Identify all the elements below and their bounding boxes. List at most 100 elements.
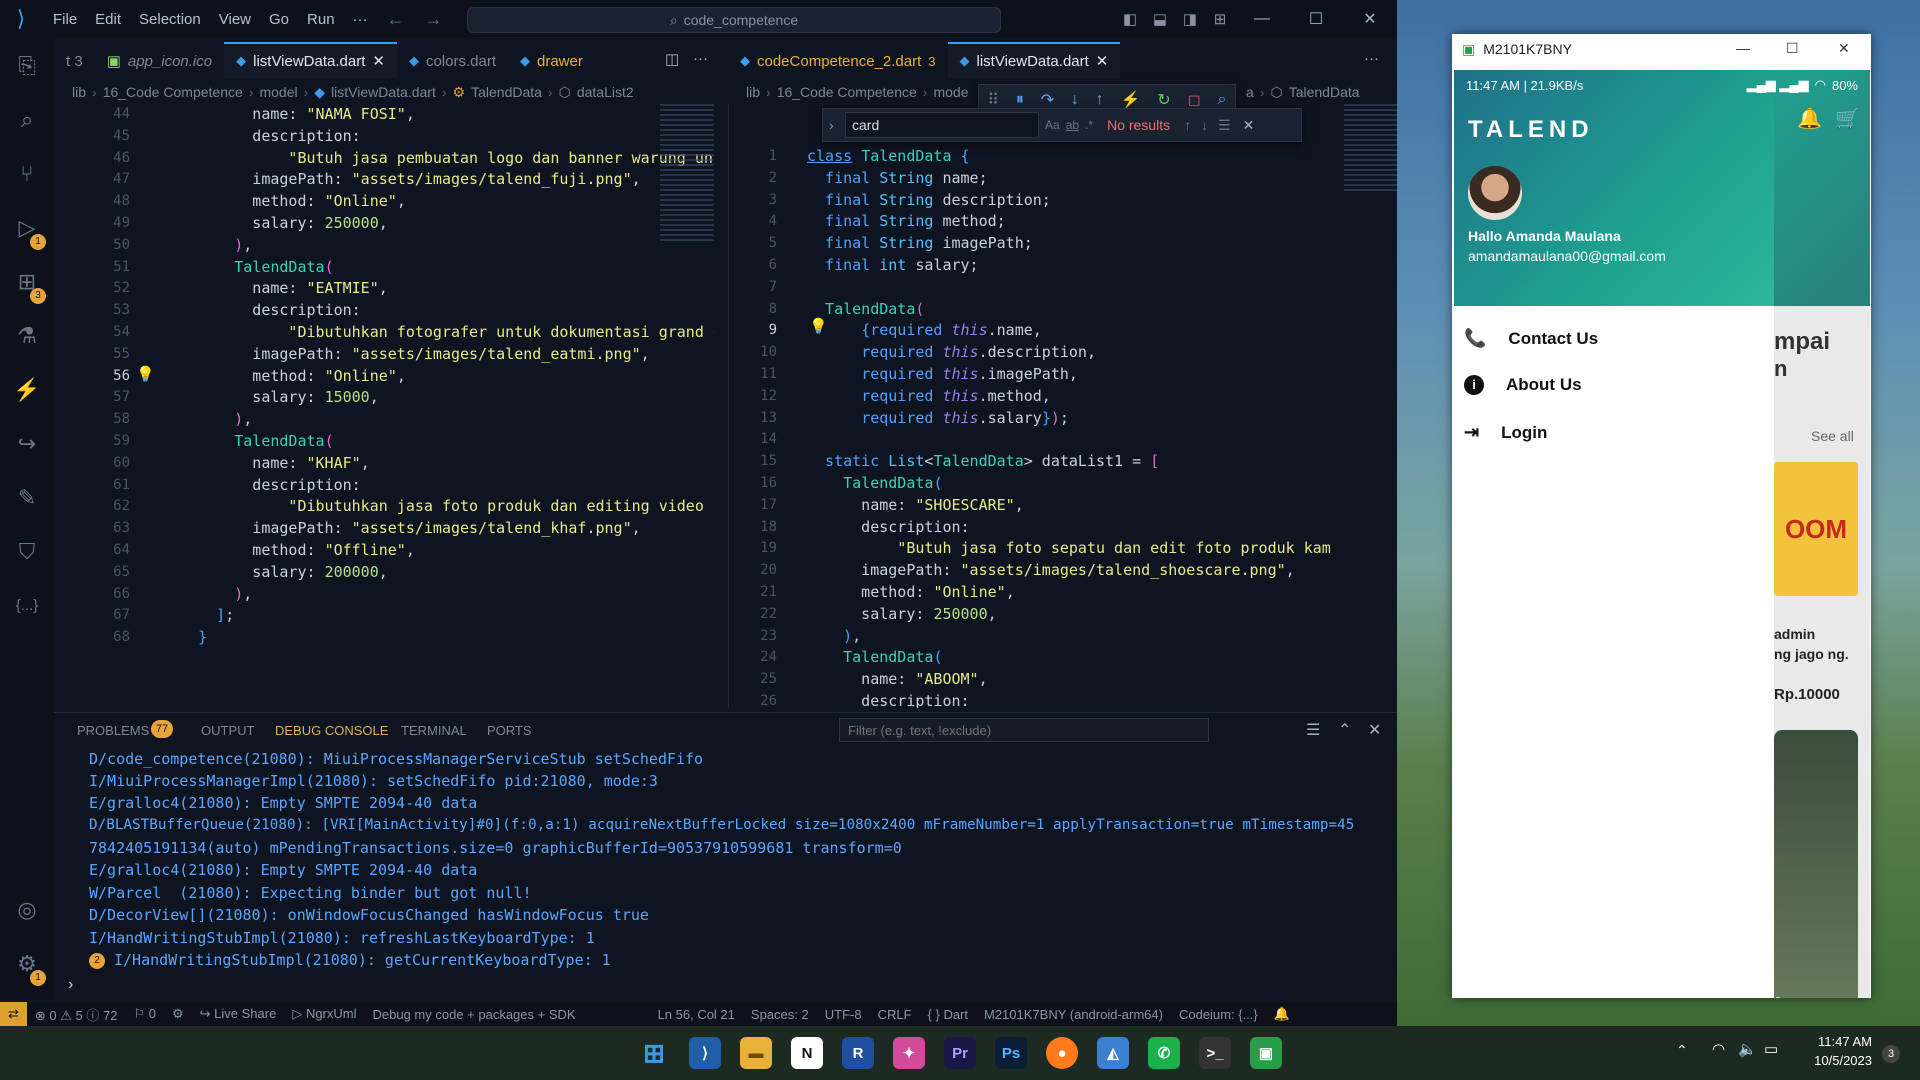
close-button[interactable]: ✕ xyxy=(1838,40,1850,57)
breadcrumb-item[interactable]: TalendData xyxy=(1289,84,1360,100)
left-editor[interactable]: 44 45 46 47 48 49 50 51 52 53 54 55 56 5… xyxy=(54,104,714,708)
shield-icon[interactable]: ⛉ xyxy=(13,538,41,566)
bell-icon[interactable]: 🔔 xyxy=(1266,1006,1298,1022)
menu-file[interactable]: File xyxy=(44,11,86,28)
minimize-button[interactable]: — xyxy=(1235,10,1289,28)
photoshop-icon[interactable]: Ps xyxy=(995,1037,1027,1069)
breadcrumb-item[interactable]: mode xyxy=(933,84,968,100)
menu-edit[interactable]: Edit xyxy=(86,11,130,28)
more-actions-icon[interactable]: ··· xyxy=(1364,50,1379,67)
stop-icon[interactable]: ◻ xyxy=(1187,90,1200,110)
tab-terminal[interactable]: TERMINAL xyxy=(401,723,467,738)
cursor-position[interactable]: Ln 56, Col 21 xyxy=(650,1007,743,1022)
line-ending[interactable]: CRLF xyxy=(870,1007,920,1022)
explorer-icon[interactable]: ⎘ xyxy=(13,52,41,80)
figma-icon[interactable]: ✦ xyxy=(893,1037,925,1069)
clock-time[interactable]: 11:47 AM xyxy=(1806,1034,1872,1049)
minimize-button[interactable]: — xyxy=(1736,40,1750,56)
breadcrumb-item[interactable]: dataList2 xyxy=(577,84,634,100)
previous-match-icon[interactable]: ↑ xyxy=(1184,117,1191,133)
ports-status[interactable]: ⚐ 0 xyxy=(125,1006,164,1022)
breadcrumb-item[interactable]: 16_Code Competence xyxy=(777,84,917,100)
find-in-selection-icon[interactable]: ☰ xyxy=(1218,117,1231,134)
breadcrumb-item[interactable]: TalendData xyxy=(471,84,542,100)
tab-debug-console[interactable]: DEBUG CONSOLE xyxy=(275,723,388,738)
maximize-button[interactable]: ☐ xyxy=(1786,40,1799,57)
terminal-icon[interactable]: >_ xyxy=(1199,1037,1231,1069)
right-editor[interactable]: 1 2 3 4 5 6 7 8 9 10 11 12 13 14 15 16 1… xyxy=(728,104,1397,708)
tab-t3[interactable]: t 3 xyxy=(54,44,95,78)
hot-reload-icon[interactable]: ⚡ xyxy=(1121,90,1141,110)
windows-start-icon[interactable]: ⊞ xyxy=(638,1037,670,1069)
menu-more[interactable]: ··· xyxy=(344,11,377,28)
inspect-widget-icon[interactable]: ⌕ xyxy=(1218,91,1227,109)
ngrx-status[interactable]: ▷ NgrxUml xyxy=(284,1006,364,1022)
remote-icon[interactable]: ⇄ xyxy=(0,1002,27,1026)
encoding[interactable]: UTF-8 xyxy=(817,1007,870,1022)
drag-handle-icon[interactable]: ⠿ xyxy=(987,90,999,110)
split-editor-icon[interactable]: ◫ xyxy=(665,50,679,68)
minimap[interactable] xyxy=(1344,104,1397,194)
testing-icon[interactable]: ⚗ xyxy=(13,322,41,350)
cart-icon[interactable]: 🛒 xyxy=(1835,106,1860,131)
step-over-icon[interactable]: ↷ xyxy=(1041,90,1054,110)
close-icon[interactable]: ✕ xyxy=(1243,117,1255,134)
indentation[interactable]: Spaces: 2 xyxy=(743,1007,817,1022)
phone-link-icon[interactable]: ✆ xyxy=(1148,1037,1180,1069)
tab-app-icon[interactable]: ▣ app_icon.ico xyxy=(95,44,224,78)
match-case-icon[interactable]: Aa xyxy=(1045,118,1060,132)
minimap[interactable] xyxy=(660,104,714,244)
wifi-icon[interactable]: ◠ xyxy=(1712,1040,1725,1058)
lightbulb-icon[interactable]: 💡 xyxy=(136,365,155,383)
breadcrumb-item[interactable]: lib xyxy=(72,84,86,100)
firefox-icon[interactable]: ● xyxy=(1046,1037,1078,1069)
flash-icon[interactable]: ⚡ xyxy=(13,376,41,404)
problems-status[interactable]: ⊗ 0 ⚠ 5 ⓘ 72 xyxy=(27,1005,126,1024)
drawer-item-about-us[interactable]: i About Us xyxy=(1464,375,1582,395)
boom-banner[interactable]: OOM xyxy=(1774,462,1858,596)
see-all-link[interactable]: See all xyxy=(1811,428,1854,444)
account-icon[interactable]: ◎ xyxy=(13,896,41,924)
battery-icon[interactable]: ▭ xyxy=(1764,1040,1778,1058)
step-into-icon[interactable]: ↓ xyxy=(1071,91,1079,109)
breadcrumb-item[interactable]: 16_Code Competence xyxy=(103,84,243,100)
tab-output[interactable]: OUTPUT xyxy=(201,723,254,738)
vscode-taskbar-icon[interactable]: ⟩ xyxy=(689,1037,721,1069)
customize-layout-icon[interactable]: ⊞ xyxy=(1205,10,1235,28)
tab-colors[interactable]: ◆ colors.dart xyxy=(397,44,508,78)
menu-go[interactable]: Go xyxy=(260,11,298,28)
bell-icon[interactable]: 🔔 xyxy=(1797,106,1822,131)
language-mode[interactable]: { } Dart xyxy=(920,1007,976,1022)
notification-badge[interactable]: 3 xyxy=(1882,1045,1900,1063)
next-match-icon[interactable]: ↓ xyxy=(1201,117,1208,133)
device-status[interactable]: M2101K7BNY (android-arm64) xyxy=(976,1007,1171,1022)
menu-run[interactable]: Run xyxy=(298,11,344,28)
clear-console-icon[interactable]: ☰ xyxy=(1306,720,1320,740)
menu-view[interactable]: View xyxy=(210,11,260,28)
android-studio-icon[interactable]: ◭ xyxy=(1097,1037,1129,1069)
tab-listviewdata-right[interactable]: ◆ listViewData.dart ✕ xyxy=(947,42,1121,78)
pause-icon[interactable]: ⏸ xyxy=(1016,91,1024,109)
live-share-icon[interactable]: ↪ xyxy=(13,430,41,458)
step-out-icon[interactable]: ↑ xyxy=(1096,91,1104,109)
close-icon[interactable]: ✕ xyxy=(1096,52,1109,70)
close-icon[interactable]: ✕ xyxy=(1368,720,1381,740)
live-share-status[interactable]: ↪ Live Share xyxy=(192,1006,285,1022)
json-icon[interactable]: {...} xyxy=(13,592,41,620)
more-actions-icon[interactable]: ··· xyxy=(693,50,708,67)
source-control-icon[interactable]: ⑂ xyxy=(13,160,41,188)
breadcrumb-item[interactable]: lib xyxy=(746,84,760,100)
feather-icon[interactable]: ✎ xyxy=(13,484,41,512)
drawer-item-login[interactable]: ⇥ Login xyxy=(1464,422,1547,443)
search-icon[interactable]: ⌕ xyxy=(13,106,41,134)
premiere-icon[interactable]: Pr xyxy=(944,1037,976,1069)
filter-input[interactable] xyxy=(839,718,1209,742)
tab-codecompetence2[interactable]: ◆ codeCompetence_2.dart 3 xyxy=(728,44,948,78)
file-explorer-icon[interactable]: ▬ xyxy=(740,1037,772,1069)
close-icon[interactable]: ✕ xyxy=(372,52,385,70)
tab-drawer[interactable]: ◆ drawer xyxy=(508,44,595,78)
volume-icon[interactable]: 🔈 xyxy=(1738,1040,1757,1058)
r-app-icon[interactable]: R xyxy=(842,1037,874,1069)
back-arrow-icon[interactable]: ← xyxy=(377,9,415,30)
chevron-up-icon[interactable]: ⌃ xyxy=(1676,1042,1688,1059)
